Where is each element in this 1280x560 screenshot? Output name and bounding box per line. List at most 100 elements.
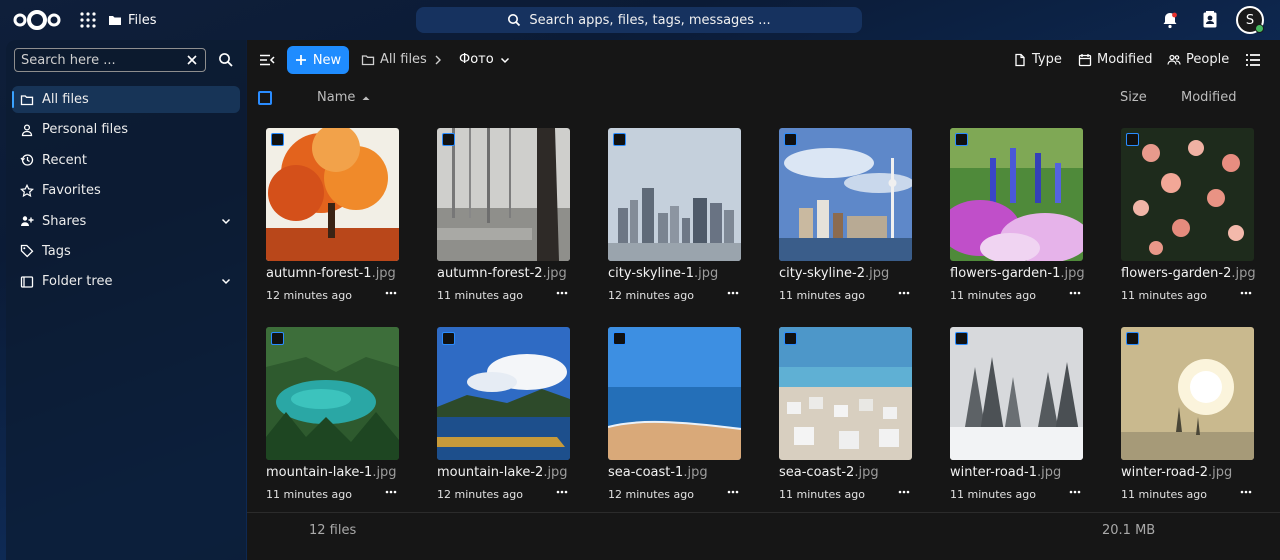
breadcrumb-label: Фото xyxy=(459,52,494,67)
nextcloud-logo[interactable] xyxy=(12,8,62,32)
file-thumbnail[interactable] xyxy=(950,327,1083,460)
file-thumbnail[interactable] xyxy=(608,128,741,261)
breadcrumb-current-folder[interactable]: Фото xyxy=(459,52,511,67)
file-tile[interactable]: mountain-lake-2.jpg 12 minutes ago xyxy=(437,327,571,507)
clear-filter-icon[interactable] xyxy=(185,53,199,67)
file-tile[interactable]: sea-coast-1.jpg 12 minutes ago xyxy=(608,327,742,507)
file-name[interactable]: flowers-garden-2.jpg xyxy=(1121,266,1256,281)
file-actions-menu-icon[interactable] xyxy=(897,286,911,300)
sort-by-name-button[interactable]: Name xyxy=(317,90,371,105)
unified-search-button[interactable]: Search apps, files, tags, messages ... xyxy=(416,7,862,33)
sidebar-item-recent[interactable]: Recent xyxy=(12,147,240,174)
filter-people-button[interactable]: People xyxy=(1167,52,1229,67)
toggle-navigation-icon[interactable] xyxy=(259,52,275,68)
file-tile[interactable]: flowers-garden-1.jpg 11 minutes ago xyxy=(950,128,1085,308)
file-name[interactable]: autumn-forest-2.jpg xyxy=(437,266,567,281)
chevron-down-icon[interactable] xyxy=(220,275,232,287)
file-select-checkbox[interactable] xyxy=(1126,133,1139,146)
file-thumbnail[interactable] xyxy=(950,128,1083,261)
filter-label: Type xyxy=(1032,52,1062,67)
contacts-icon[interactable] xyxy=(1200,10,1220,30)
sidebar-item-personal-files[interactable]: Personal files xyxy=(12,116,240,143)
file-thumbnail[interactable] xyxy=(1121,327,1254,460)
file-thumbnail[interactable] xyxy=(437,128,570,261)
file-tile[interactable]: autumn-forest-2.jpg 11 minutes ago xyxy=(437,128,571,308)
file-name[interactable]: flowers-garden-1.jpg xyxy=(950,266,1085,281)
file-select-checkbox[interactable] xyxy=(784,133,797,146)
file-select-checkbox[interactable] xyxy=(955,133,968,146)
file-name[interactable]: city-skyline-1.jpg xyxy=(608,266,718,281)
file-modified-time: 12 minutes ago xyxy=(437,488,523,501)
file-select-checkbox[interactable] xyxy=(442,332,455,345)
file-name[interactable]: mountain-lake-1.jpg xyxy=(266,465,397,480)
flowers-garden-2-preview xyxy=(1121,128,1254,261)
file-tile[interactable]: autumn-forest-1.jpg 12 minutes ago xyxy=(266,128,400,308)
file-name[interactable]: city-skyline-2.jpg xyxy=(779,266,889,281)
select-all-checkbox[interactable] xyxy=(258,91,272,105)
list-view-icon[interactable] xyxy=(1245,52,1261,68)
file-tile[interactable]: city-skyline-2.jpg 11 minutes ago xyxy=(779,128,913,308)
file-tile[interactable]: flowers-garden-2.jpg 11 minutes ago xyxy=(1121,128,1256,308)
file-thumbnail[interactable] xyxy=(437,327,570,460)
file-thumbnail[interactable] xyxy=(779,327,912,460)
sidebar-item-favorites[interactable]: Favorites xyxy=(12,177,240,204)
file-actions-menu-icon[interactable] xyxy=(1068,286,1082,300)
file-select-checkbox[interactable] xyxy=(613,332,626,345)
file-thumbnail[interactable] xyxy=(266,128,399,261)
file-select-checkbox[interactable] xyxy=(955,332,968,345)
file-name[interactable]: mountain-lake-2.jpg xyxy=(437,465,568,480)
app-files-link[interactable]: Files xyxy=(108,10,157,30)
file-actions-menu-icon[interactable] xyxy=(555,485,569,499)
chevron-down-icon[interactable] xyxy=(220,215,232,227)
filter-modified-button[interactable]: Modified xyxy=(1078,52,1152,67)
file-select-checkbox[interactable] xyxy=(784,332,797,345)
notifications-bell-icon[interactable] xyxy=(1160,10,1180,30)
file-tile[interactable]: mountain-lake-1.jpg 11 minutes ago xyxy=(266,327,400,507)
new-button[interactable]: New xyxy=(287,46,349,74)
file-actions-menu-icon[interactable] xyxy=(1239,485,1253,499)
sidebar-item-all-files[interactable]: All files xyxy=(12,86,240,113)
file-name[interactable]: winter-road-1.jpg xyxy=(950,465,1061,480)
file-name[interactable]: sea-coast-2.jpg xyxy=(779,465,879,480)
file-actions-menu-icon[interactable] xyxy=(384,286,398,300)
sidebar-item-shares[interactable]: Shares xyxy=(12,208,240,235)
app-grid-icon[interactable] xyxy=(78,10,98,30)
file-name[interactable]: winter-road-2.jpg xyxy=(1121,465,1232,480)
file-select-checkbox[interactable] xyxy=(271,332,284,345)
user-avatar[interactable]: S xyxy=(1236,6,1264,34)
file-select-checkbox[interactable] xyxy=(271,133,284,146)
breadcrumb-all-files[interactable]: All files xyxy=(361,52,427,67)
file-tile[interactable]: winter-road-1.jpg 11 minutes ago xyxy=(950,327,1084,507)
navigation-filter-input[interactable]: Search here ... xyxy=(14,48,206,72)
sort-by-modified-button[interactable]: Modified xyxy=(1181,90,1236,105)
people-icon xyxy=(1167,54,1181,65)
file-actions-menu-icon[interactable] xyxy=(1239,286,1253,300)
file-thumbnail[interactable] xyxy=(608,327,741,460)
file-tile[interactable]: sea-coast-2.jpg 11 minutes ago xyxy=(779,327,913,507)
file-actions-menu-icon[interactable] xyxy=(726,485,740,499)
sidebar-item-tags[interactable]: Tags xyxy=(12,238,240,265)
file-thumbnail[interactable] xyxy=(266,327,399,460)
sidebar-item-label: Favorites xyxy=(42,183,101,199)
file-tile[interactable]: city-skyline-1.jpg 12 minutes ago xyxy=(608,128,742,308)
file-select-checkbox[interactable] xyxy=(1126,332,1139,345)
filter-type-button[interactable]: Type xyxy=(1013,52,1062,67)
file-actions-menu-icon[interactable] xyxy=(1068,485,1082,499)
file-thumbnail[interactable] xyxy=(1121,128,1254,261)
file-actions-menu-icon[interactable] xyxy=(555,286,569,300)
file-actions-menu-icon[interactable] xyxy=(384,485,398,499)
file-name[interactable]: sea-coast-1.jpg xyxy=(608,465,708,480)
file-thumbnail[interactable] xyxy=(779,128,912,261)
autumn-forest-1-preview xyxy=(266,128,399,261)
search-icon[interactable] xyxy=(218,52,234,68)
tag-icon xyxy=(20,245,34,258)
file-actions-menu-icon[interactable] xyxy=(726,286,740,300)
sidebar-item-folder-tree[interactable]: Folder tree xyxy=(12,268,240,295)
sidebar-item-label: Personal files xyxy=(42,122,128,138)
sort-by-size-button[interactable]: Size xyxy=(1120,90,1147,105)
file-select-checkbox[interactable] xyxy=(613,133,626,146)
file-name[interactable]: autumn-forest-1.jpg xyxy=(266,266,396,281)
file-actions-menu-icon[interactable] xyxy=(897,485,911,499)
file-tile[interactable]: winter-road-2.jpg 11 minutes ago xyxy=(1121,327,1255,507)
file-select-checkbox[interactable] xyxy=(442,133,455,146)
